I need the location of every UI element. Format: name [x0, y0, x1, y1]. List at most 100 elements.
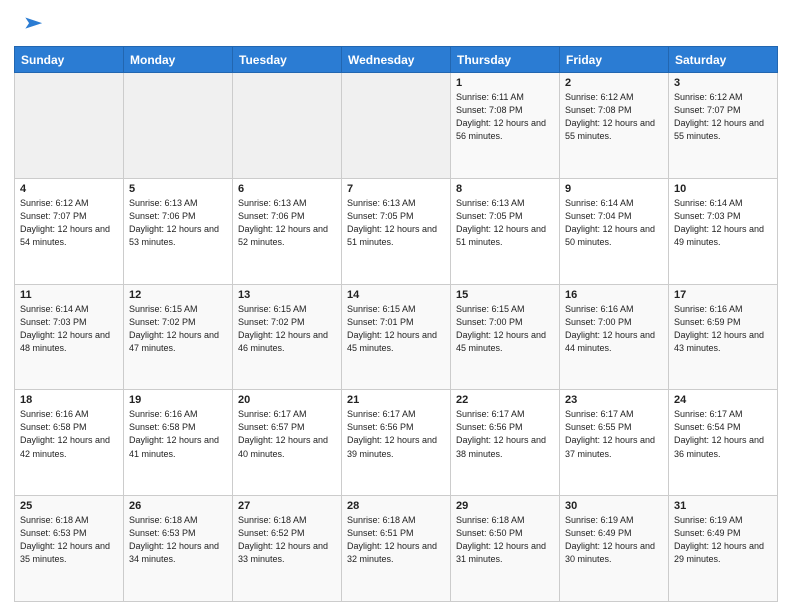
day-number: 17 [674, 289, 772, 301]
day-info: Sunrise: 6:17 AMSunset: 6:56 PMDaylight:… [347, 408, 445, 460]
calendar-cell: 5Sunrise: 6:13 AMSunset: 7:06 PMDaylight… [124, 178, 233, 284]
day-number: 7 [347, 183, 445, 195]
day-info: Sunrise: 6:16 AMSunset: 6:59 PMDaylight:… [674, 303, 772, 355]
day-number: 14 [347, 289, 445, 301]
calendar-cell: 18 Sunrise: 6:16 AMSunset: 6:58 PMDayligh… [15, 390, 124, 496]
day-number: 31 [674, 500, 772, 512]
calendar-cell: 1 Sunrise: 6:11 AMSunset: 7:08 PMDaylight… [451, 73, 560, 179]
weekday-header: Saturday [669, 47, 778, 73]
day-info: Sunrise: 6:17 AMSunset: 6:55 PMDaylight:… [565, 408, 663, 460]
day-number: 3 [674, 77, 772, 89]
calendar-cell [233, 73, 342, 179]
day-number: 2 [565, 77, 663, 89]
calendar-week-row: 18 Sunrise: 6:16 AMSunset: 6:58 PMDayligh… [15, 390, 778, 496]
calendar-cell [124, 73, 233, 179]
day-info: Sunrise: 6:17 AMSunset: 6:56 PMDaylight:… [456, 408, 554, 460]
day-number: 9 [565, 183, 663, 195]
calendar-week-row: 4 Sunrise: 6:12 AMSunset: 7:07 PMDaylight… [15, 178, 778, 284]
calendar-cell: 10 Sunrise: 6:14 AMSunset: 7:03 PMDayligh… [669, 178, 778, 284]
day-info: Sunrise: 6:13 AMSunset: 7:06 PMDaylight:… [129, 197, 227, 249]
day-info: Sunrise: 6:15 AMSunset: 7:01 PMDaylight:… [347, 303, 445, 355]
logo-icon [16, 10, 44, 38]
calendar-cell: 12Sunrise: 6:15 AMSunset: 7:02 PMDayligh… [124, 284, 233, 390]
calendar-week-row: 1 Sunrise: 6:11 AMSunset: 7:08 PMDaylight… [15, 73, 778, 179]
day-info: Sunrise: 6:15 AMSunset: 7:02 PMDaylight:… [238, 303, 336, 355]
day-number: 15 [456, 289, 554, 301]
day-number: 19 [129, 394, 227, 406]
day-info: Sunrise: 6:13 AMSunset: 7:06 PMDaylight:… [238, 197, 336, 249]
header [14, 10, 778, 38]
day-info: Sunrise: 6:17 AMSunset: 6:57 PMDaylight:… [238, 408, 336, 460]
calendar-week-row: 11 Sunrise: 6:14 AMSunset: 7:03 PMDayligh… [15, 284, 778, 390]
calendar-cell: 4 Sunrise: 6:12 AMSunset: 7:07 PMDaylight… [15, 178, 124, 284]
day-info: Sunrise: 6:18 AMSunset: 6:51 PMDaylight:… [347, 514, 445, 566]
day-number: 8 [456, 183, 554, 195]
calendar-table: SundayMondayTuesdayWednesdayThursdayFrid… [14, 46, 778, 602]
calendar-cell [342, 73, 451, 179]
calendar-cell: 6 Sunrise: 6:13 AMSunset: 7:06 PMDaylight… [233, 178, 342, 284]
day-info: Sunrise: 6:12 AMSunset: 7:07 PMDaylight:… [20, 197, 118, 249]
day-number: 28 [347, 500, 445, 512]
weekday-header: Sunday [15, 47, 124, 73]
weekday-header: Tuesday [233, 47, 342, 73]
calendar-cell: 23 Sunrise: 6:17 AMSunset: 6:55 PMDayligh… [560, 390, 669, 496]
day-number: 29 [456, 500, 554, 512]
weekday-header: Wednesday [342, 47, 451, 73]
day-info: Sunrise: 6:14 AMSunset: 7:03 PMDaylight:… [674, 197, 772, 249]
day-number: 6 [238, 183, 336, 195]
calendar-cell: 20 Sunrise: 6:17 AMSunset: 6:57 PMDayligh… [233, 390, 342, 496]
weekday-header: Thursday [451, 47, 560, 73]
day-number: 24 [674, 394, 772, 406]
day-number: 12 [129, 289, 227, 301]
day-info: Sunrise: 6:18 AMSunset: 6:50 PMDaylight:… [456, 514, 554, 566]
day-number: 11 [20, 289, 118, 301]
day-number: 18 [20, 394, 118, 406]
day-info: Sunrise: 6:16 AMSunset: 7:00 PMDaylight:… [565, 303, 663, 355]
day-info: Sunrise: 6:12 AMSunset: 7:08 PMDaylight:… [565, 91, 663, 143]
day-number: 20 [238, 394, 336, 406]
calendar-cell: 8 Sunrise: 6:13 AMSunset: 7:05 PMDaylight… [451, 178, 560, 284]
calendar-cell: 11 Sunrise: 6:14 AMSunset: 7:03 PMDayligh… [15, 284, 124, 390]
day-info: Sunrise: 6:13 AMSunset: 7:05 PMDaylight:… [456, 197, 554, 249]
calendar-cell: 17 Sunrise: 6:16 AMSunset: 6:59 PMDayligh… [669, 284, 778, 390]
day-number: 1 [456, 77, 554, 89]
calendar-cell: 24 Sunrise: 6:17 AMSunset: 6:54 PMDayligh… [669, 390, 778, 496]
calendar-week-row: 25 Sunrise: 6:18 AMSunset: 6:53 PMDayligh… [15, 496, 778, 602]
day-info: Sunrise: 6:13 AMSunset: 7:05 PMDaylight:… [347, 197, 445, 249]
calendar-cell: 2 Sunrise: 6:12 AMSunset: 7:08 PMDaylight… [560, 73, 669, 179]
day-number: 25 [20, 500, 118, 512]
calendar-cell: 22 Sunrise: 6:17 AMSunset: 6:56 PMDayligh… [451, 390, 560, 496]
day-info: Sunrise: 6:18 AMSunset: 6:53 PMDaylight:… [20, 514, 118, 566]
day-info: Sunrise: 6:16 AMSunset: 6:58 PMDaylight:… [20, 408, 118, 460]
day-info: Sunrise: 6:18 AMSunset: 6:53 PMDaylight:… [129, 514, 227, 566]
day-info: Sunrise: 6:17 AMSunset: 6:54 PMDaylight:… [674, 408, 772, 460]
calendar-cell: 30Sunrise: 6:19 AMSunset: 6:49 PMDayligh… [560, 496, 669, 602]
day-info: Sunrise: 6:14 AMSunset: 7:04 PMDaylight:… [565, 197, 663, 249]
day-info: Sunrise: 6:19 AMSunset: 6:49 PMDaylight:… [565, 514, 663, 566]
day-number: 13 [238, 289, 336, 301]
calendar-cell: 29 Sunrise: 6:18 AMSunset: 6:50 PMDayligh… [451, 496, 560, 602]
weekday-header: Friday [560, 47, 669, 73]
day-number: 4 [20, 183, 118, 195]
calendar-cell: 7 Sunrise: 6:13 AMSunset: 7:05 PMDaylight… [342, 178, 451, 284]
day-info: Sunrise: 6:14 AMSunset: 7:03 PMDaylight:… [20, 303, 118, 355]
day-number: 23 [565, 394, 663, 406]
weekday-header: Monday [124, 47, 233, 73]
calendar-cell: 26 Sunrise: 6:18 AMSunset: 6:53 PMDayligh… [124, 496, 233, 602]
calendar-cell: 14 Sunrise: 6:15 AMSunset: 7:01 PMDayligh… [342, 284, 451, 390]
calendar-cell: 28 Sunrise: 6:18 AMSunset: 6:51 PMDayligh… [342, 496, 451, 602]
day-number: 21 [347, 394, 445, 406]
calendar-cell: 13 Sunrise: 6:15 AMSunset: 7:02 PMDayligh… [233, 284, 342, 390]
day-number: 26 [129, 500, 227, 512]
day-info: Sunrise: 6:12 AMSunset: 7:07 PMDaylight:… [674, 91, 772, 143]
day-number: 27 [238, 500, 336, 512]
calendar-cell: 31Sunrise: 6:19 AMSunset: 6:49 PMDayligh… [669, 496, 778, 602]
header-row: SundayMondayTuesdayWednesdayThursdayFrid… [15, 47, 778, 73]
day-number: 22 [456, 394, 554, 406]
calendar-cell: 16Sunrise: 6:16 AMSunset: 7:00 PMDayligh… [560, 284, 669, 390]
calendar-cell: 25 Sunrise: 6:18 AMSunset: 6:53 PMDayligh… [15, 496, 124, 602]
calendar-cell: 21 Sunrise: 6:17 AMSunset: 6:56 PMDayligh… [342, 390, 451, 496]
day-number: 10 [674, 183, 772, 195]
day-info: Sunrise: 6:11 AMSunset: 7:08 PMDaylight:… [456, 91, 554, 143]
page: SundayMondayTuesdayWednesdayThursdayFrid… [0, 0, 792, 612]
